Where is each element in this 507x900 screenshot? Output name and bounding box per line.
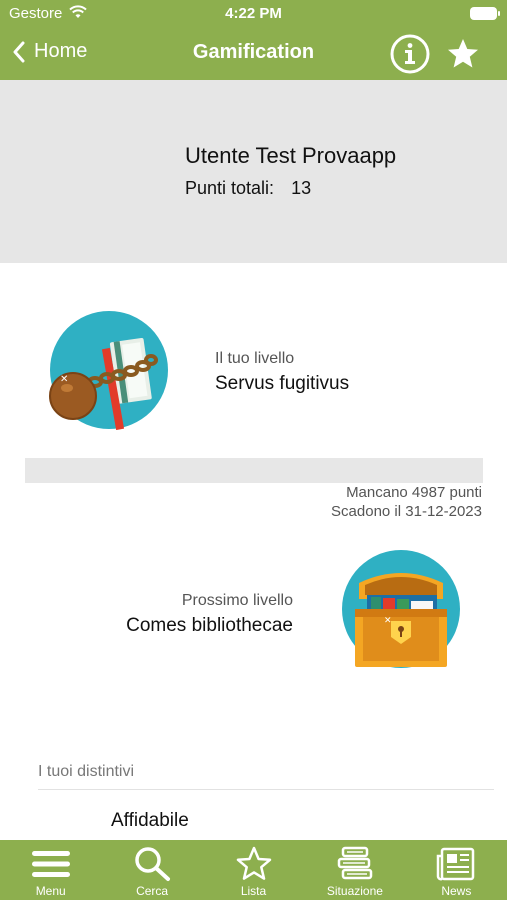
level-progress-bar [25, 458, 483, 483]
tab-situation-label: Situazione [326, 884, 383, 898]
app-header: Gestore 4:22 PM Home Gamification [0, 0, 507, 80]
tab-search[interactable]: Cerca [101, 840, 202, 900]
menu-icon [31, 851, 70, 877]
chevron-left-icon [13, 41, 25, 62]
tab-news[interactable]: News [406, 840, 507, 900]
svg-text:✕: ✕ [384, 616, 392, 626]
tab-menu-label: Menu [35, 884, 66, 898]
badges-section-title: I tuoi distintivi [38, 763, 135, 780]
total-points-label: Punti totali: [185, 178, 275, 198]
clock: 4:22 PM [225, 5, 282, 22]
tab-situation[interactable]: Situazione [304, 840, 405, 900]
info-button[interactable] [389, 33, 431, 75]
star-outline-icon [236, 846, 271, 880]
svg-text:✕: ✕ [60, 374, 68, 385]
next-level-label: Prossimo livello [181, 592, 293, 609]
next-level-name: Comes bibliothecae [126, 615, 293, 636]
tab-news-label: News [441, 884, 472, 898]
tab-menu[interactable]: Menu [0, 840, 101, 900]
tab-search-label: Cerca [136, 884, 169, 898]
tab-bar: Menu Cerca Lista Situazione News [0, 840, 507, 900]
user-name: Utente Test Provaapp [185, 143, 397, 168]
star-icon [448, 39, 478, 68]
nav-bar: Home Gamification [0, 28, 507, 80]
newspaper-icon [437, 847, 475, 881]
current-level-label: Il tuo livello [215, 350, 295, 367]
points-expiry: Scadono il 31-12-2023 [331, 503, 482, 520]
info-icon [390, 34, 430, 74]
badge-item[interactable]: Affidabile [111, 810, 189, 832]
divider [38, 789, 494, 790]
ball-and-chain-level-icon: ✕ [49, 310, 169, 431]
status-bar: Gestore 4:22 PM [0, 0, 507, 28]
profile-summary: Utente Test Provaapp Punti totali: 13 [0, 80, 507, 263]
current-level-name: Servus fugitivus [215, 373, 350, 394]
tab-list[interactable]: Lista [203, 840, 304, 900]
search-icon [135, 847, 171, 881]
treasure-chest-level-icon: ✕ [341, 549, 461, 669]
favorite-button[interactable] [445, 36, 481, 72]
points-missing: Mancano 4987 punti [346, 484, 482, 501]
tab-list-label: Lista [240, 884, 267, 898]
back-label: Home [34, 40, 88, 62]
books-stack-icon [337, 846, 373, 880]
battery-icon [470, 7, 500, 20]
back-button[interactable]: Home [12, 40, 87, 63]
total-points: Punti totali: 13 [185, 178, 311, 199]
total-points-value: 13 [291, 178, 312, 198]
